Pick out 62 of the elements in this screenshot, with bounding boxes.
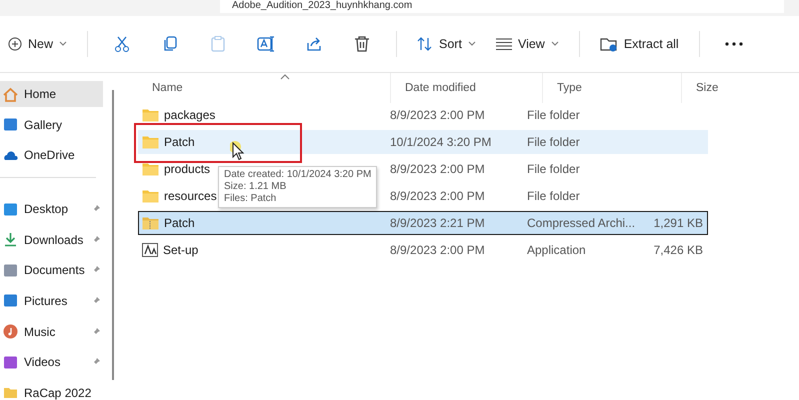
file-row[interactable]: Patch 10/1/2024 3:20 PM File folder xyxy=(138,130,708,154)
sidebar-item[interactable]: Music xyxy=(0,318,103,345)
folder-icon xyxy=(142,108,159,122)
caret-icon xyxy=(59,41,68,47)
table-cell-text: Compressed Archi... xyxy=(526,216,636,230)
table-cell-text: 8/9/2023 2:00 PM xyxy=(389,162,486,176)
sidebar-item[interactable]: Pictures xyxy=(0,288,103,314)
new-button[interactable]: New xyxy=(0,28,76,60)
address-bar[interactable]: Adobe_Audition_2023_huynhkhang.com xyxy=(220,0,784,13)
sidebar-item[interactable]: Downloads xyxy=(0,226,103,253)
table-cell-text: 7,426 KB xyxy=(652,243,704,257)
application-icon xyxy=(142,243,158,257)
caret-icon xyxy=(468,41,476,47)
folder-icon xyxy=(142,135,159,149)
sidebar-item[interactable]: OneDrive xyxy=(0,142,103,168)
table-cell-text: 8/9/2023 2:21 PM xyxy=(389,216,486,230)
table-cell-text: File folder xyxy=(526,135,581,149)
tooltip-line: Size: 1.21 MB xyxy=(224,181,288,193)
sidebar-item[interactable]: RaCap 2022 xyxy=(0,380,103,400)
table-cell-text: 1,291 KB xyxy=(652,216,704,230)
plus-icon xyxy=(8,37,22,51)
caret-icon xyxy=(550,41,559,47)
list-icon xyxy=(496,38,512,50)
table-cell-text: 8/9/2023 2:00 PM xyxy=(389,243,486,257)
column-header[interactable]: Name xyxy=(138,73,391,103)
column-header[interactable]: Date modified xyxy=(391,73,543,103)
folder-icon xyxy=(142,162,159,176)
table-cell-text: File folder xyxy=(526,189,581,203)
download-icon xyxy=(3,232,18,248)
sidebar-item[interactable]: Gallery xyxy=(0,112,103,138)
file-name: packages xyxy=(164,108,216,122)
tooltip-line: Date created: 10/1/2024 3:20 PM xyxy=(224,169,372,181)
tooltip-line: Files: Patch xyxy=(224,193,278,205)
table-cell-text: Application xyxy=(526,243,587,257)
folder-extract-icon xyxy=(600,36,618,52)
file-row[interactable]: Patch 8/9/2023 2:21 PM Compressed Archi... 1,291 KB xyxy=(138,211,708,235)
table-cell-text: 8/9/2023 2:00 PM xyxy=(389,189,486,203)
file-name: products xyxy=(164,162,210,176)
file-name: Patch xyxy=(164,216,195,230)
sort-icon xyxy=(417,37,434,51)
view-button[interactable]: View xyxy=(488,28,567,60)
table-cell-text: 10/1/2024 3:20 PM xyxy=(389,135,492,149)
column-header[interactable]: Type xyxy=(543,73,682,103)
sort-button[interactable]: Sort xyxy=(409,28,484,60)
table-cell-text: File folder xyxy=(526,162,581,176)
column-header[interactable]: Size xyxy=(682,73,763,103)
folder-icon xyxy=(142,189,159,203)
extract-all-button[interactable]: Extract all xyxy=(592,28,687,60)
file-name: Set-up xyxy=(163,243,198,257)
sidebar-item[interactable]: Desktop xyxy=(0,196,103,222)
file-name: resources xyxy=(164,189,217,203)
file-name: Patch xyxy=(164,135,195,149)
house-icon xyxy=(3,86,18,102)
sidebar-item[interactable]: Videos xyxy=(0,349,103,376)
mouse-pointer-icon xyxy=(230,141,246,163)
zip-folder-icon xyxy=(142,216,159,230)
table-cell-text: File folder xyxy=(526,108,581,122)
folder-icon xyxy=(3,385,18,400)
sidebar-item[interactable]: Home xyxy=(0,81,103,107)
sort-caret-icon xyxy=(280,74,290,80)
table-cell-text: 8/9/2023 2:00 PM xyxy=(389,108,486,122)
sidebar-item[interactable]: Documents xyxy=(0,257,103,284)
